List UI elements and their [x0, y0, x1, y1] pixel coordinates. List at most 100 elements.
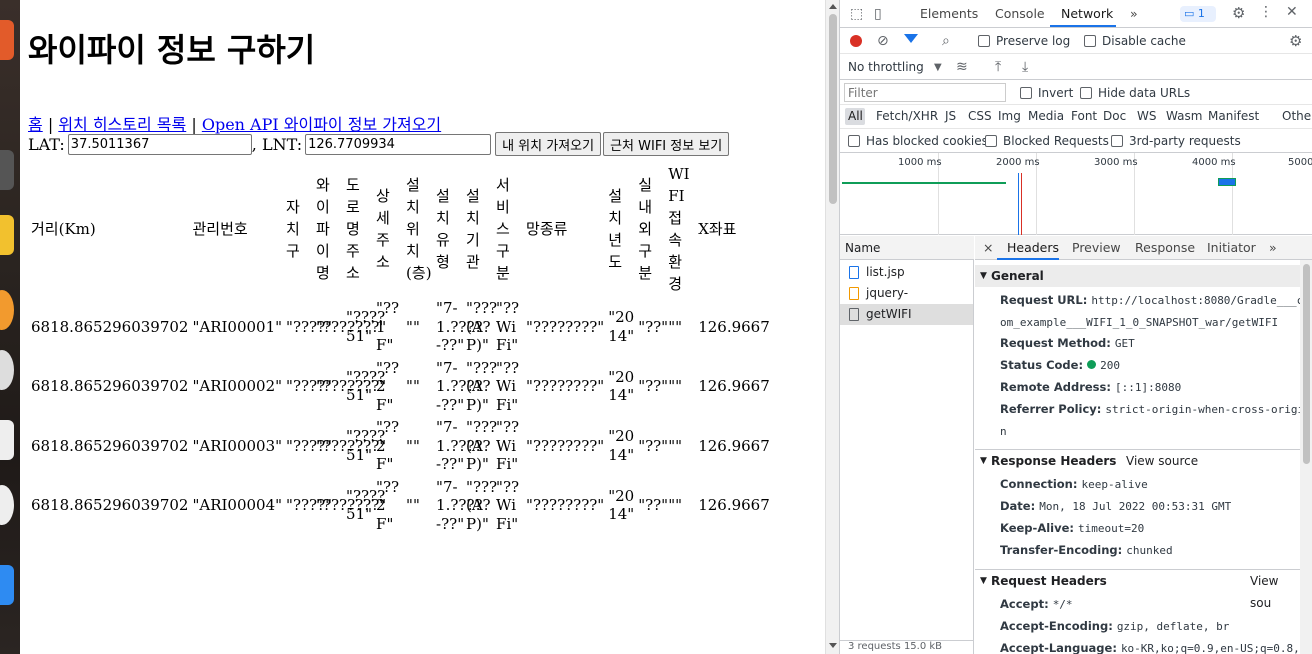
view-source-link[interactable]: View source: [1126, 450, 1198, 472]
kebab-menu-icon[interactable]: ⋮: [1259, 5, 1273, 19]
hide-data-urls-checkbox[interactable]: [1080, 87, 1092, 99]
table-cell: "????????": [526, 377, 605, 395]
blocked-requests-checkbox[interactable]: [985, 135, 997, 147]
device-toolbar-icon[interactable]: ▯: [874, 7, 882, 21]
dock-app-icon[interactable]: [0, 150, 14, 190]
type-filter-other[interactable]: Other: [1282, 109, 1312, 123]
export-har-icon[interactable]: ⤓: [1022, 60, 1028, 74]
column-header: 도로명주소: [346, 176, 360, 282]
more-detail-tabs-icon[interactable]: »: [1269, 240, 1277, 255]
kv-label: Accept-Encoding:: [1000, 619, 1113, 633]
dock-app-icon[interactable]: [0, 485, 14, 525]
disable-cache-label: Disable cache: [1102, 34, 1186, 48]
third-party-checkbox[interactable]: [1111, 135, 1123, 147]
scroll-up-arrow-icon[interactable]: [829, 4, 837, 9]
tab-initiator[interactable]: Initiator: [1207, 240, 1256, 255]
table-cell: "??2F": [376, 358, 400, 414]
table-cell: 126.9667: [698, 436, 770, 455]
gear-icon[interactable]: ⚙: [1289, 34, 1302, 49]
kv-label: Request URL:: [1000, 293, 1088, 307]
type-filter-wasm[interactable]: Wasm: [1166, 109, 1202, 123]
keepalive-value: timeout=20: [1078, 522, 1145, 535]
status-value: 200: [1100, 359, 1120, 372]
tab-elements[interactable]: Elements: [920, 6, 978, 21]
kv-label: Date:: [1000, 499, 1036, 513]
tab-console[interactable]: Console: [995, 6, 1045, 21]
import-har-icon[interactable]: ⤒: [995, 60, 1001, 74]
request-item[interactable]: jquery-3.3.1.min.js: [840, 283, 973, 321]
devtools-tabbar: ⬚ ▯ Elements Console Network » ▭ 1 ⚙ ⋮ ✕: [840, 0, 1312, 28]
request-headers-section-header[interactable]: ▼ Request Headers View sou: [975, 569, 1300, 610]
response-headers-section-header[interactable]: ▼ Response Headers View source: [975, 449, 1300, 471]
preserve-log-checkbox[interactable]: [978, 35, 990, 47]
lat-input[interactable]: [67, 133, 252, 155]
general-section-header[interactable]: ▼ General: [975, 265, 1300, 287]
filter-icon[interactable]: [904, 34, 918, 43]
throttling-select[interactable]: No throttling: [848, 60, 924, 74]
type-filter-font[interactable]: Font: [1071, 109, 1097, 123]
resource-type-bar: All Fetch/XHR JS CSS Img Media Font Doc WS Wasm Ma…: [840, 105, 1312, 129]
request-item-selected[interactable]: getWIFI: [840, 304, 973, 325]
dock-app-icon[interactable]: [0, 565, 14, 605]
tab-preview[interactable]: Preview: [1072, 240, 1121, 255]
tab-response[interactable]: Response: [1135, 240, 1195, 255]
page-title: 와이파이 정보 구하기: [28, 31, 316, 69]
table-cell: "???????": [316, 377, 387, 395]
column-header: 거리(Km): [31, 220, 96, 238]
detail-scroll-thumb[interactable]: [1303, 264, 1310, 464]
dock-app-icon[interactable]: [0, 20, 14, 60]
detail-scrollbar[interactable]: [1300, 260, 1312, 654]
filter-input[interactable]: [844, 83, 1006, 102]
my-location-button[interactable]: 내 위치 가져오기: [495, 132, 602, 156]
type-filter-css[interactable]: CSS: [968, 109, 992, 123]
name-column-header[interactable]: Name: [840, 236, 974, 260]
type-filter-img[interactable]: Img: [998, 109, 1021, 123]
timeline-label: 2000 ms: [996, 157, 1040, 168]
column-header: 자치구: [286, 198, 300, 260]
table-cell: "????": [286, 496, 333, 514]
network-overview-timeline[interactable]: 1000 ms 2000 ms 3000 ms 4000 ms 5000: [840, 153, 1312, 235]
dock-app-icon[interactable]: [0, 420, 14, 460]
blocked-cookies-checkbox[interactable]: [848, 135, 860, 147]
record-icon[interactable]: [850, 35, 862, 47]
scroll-down-arrow-icon[interactable]: [829, 643, 837, 648]
invert-checkbox[interactable]: [1020, 87, 1032, 99]
disable-cache-checkbox[interactable]: [1084, 35, 1096, 47]
network-toolbar: ⊘ ⌕ Preserve log Disable cache ⚙: [840, 29, 1312, 54]
request-item[interactable]: list.jsp: [840, 262, 973, 283]
network-conditions-icon[interactable]: ≋: [956, 60, 968, 74]
close-detail-icon[interactable]: ×: [983, 240, 993, 255]
clear-icon[interactable]: ⊘: [877, 34, 889, 48]
more-tabs-icon[interactable]: »: [1130, 6, 1138, 21]
close-icon[interactable]: ✕: [1286, 5, 1298, 19]
nearby-wifi-button[interactable]: 근처 WIFI 정보 보기: [603, 132, 730, 156]
type-filter-media[interactable]: Media: [1028, 109, 1064, 123]
search-icon[interactable]: ⌕: [942, 34, 950, 48]
scroll-thumb[interactable]: [829, 14, 837, 204]
table-row: 6818.865296039702 "ARI00001" "????" "??????…: [30, 298, 771, 356]
type-filter-fetchxhr[interactable]: Fetch/XHR: [876, 109, 938, 123]
date-row: Date: Mon, 18 Jul 2022 00:53:31 GMT: [1000, 495, 1300, 518]
type-filter-ws[interactable]: WS: [1137, 109, 1156, 123]
lnt-input[interactable]: [305, 133, 492, 155]
issues-badge[interactable]: ▭ 1: [1180, 6, 1216, 22]
dock-app-icon[interactable]: [0, 290, 14, 330]
type-filter-js[interactable]: JS: [945, 109, 956, 123]
table-cell: "": [668, 496, 682, 514]
dock-app-icon[interactable]: [0, 350, 14, 390]
gear-icon[interactable]: ⚙: [1232, 6, 1245, 21]
type-filter-doc[interactable]: Doc: [1103, 109, 1126, 123]
script-icon: [849, 287, 859, 300]
hide-data-urls-label: Hide data URLs: [1098, 86, 1191, 100]
dock-app-icon[interactable]: [0, 215, 14, 255]
type-filter-all[interactable]: All: [848, 109, 863, 123]
inspect-element-icon[interactable]: ⬚: [850, 7, 863, 21]
type-filter-manifest[interactable]: Manifest: [1208, 109, 1259, 123]
kv-label: Accept:: [1000, 597, 1049, 611]
kv-label: Accept-Language:: [1000, 641, 1117, 654]
tab-headers[interactable]: Headers: [1007, 240, 1059, 255]
tab-network[interactable]: Network: [1061, 6, 1113, 21]
page-scrollbar[interactable]: [825, 0, 839, 654]
table-cell: "": [668, 377, 682, 395]
chevron-down-icon[interactable]: ▼: [934, 61, 942, 75]
